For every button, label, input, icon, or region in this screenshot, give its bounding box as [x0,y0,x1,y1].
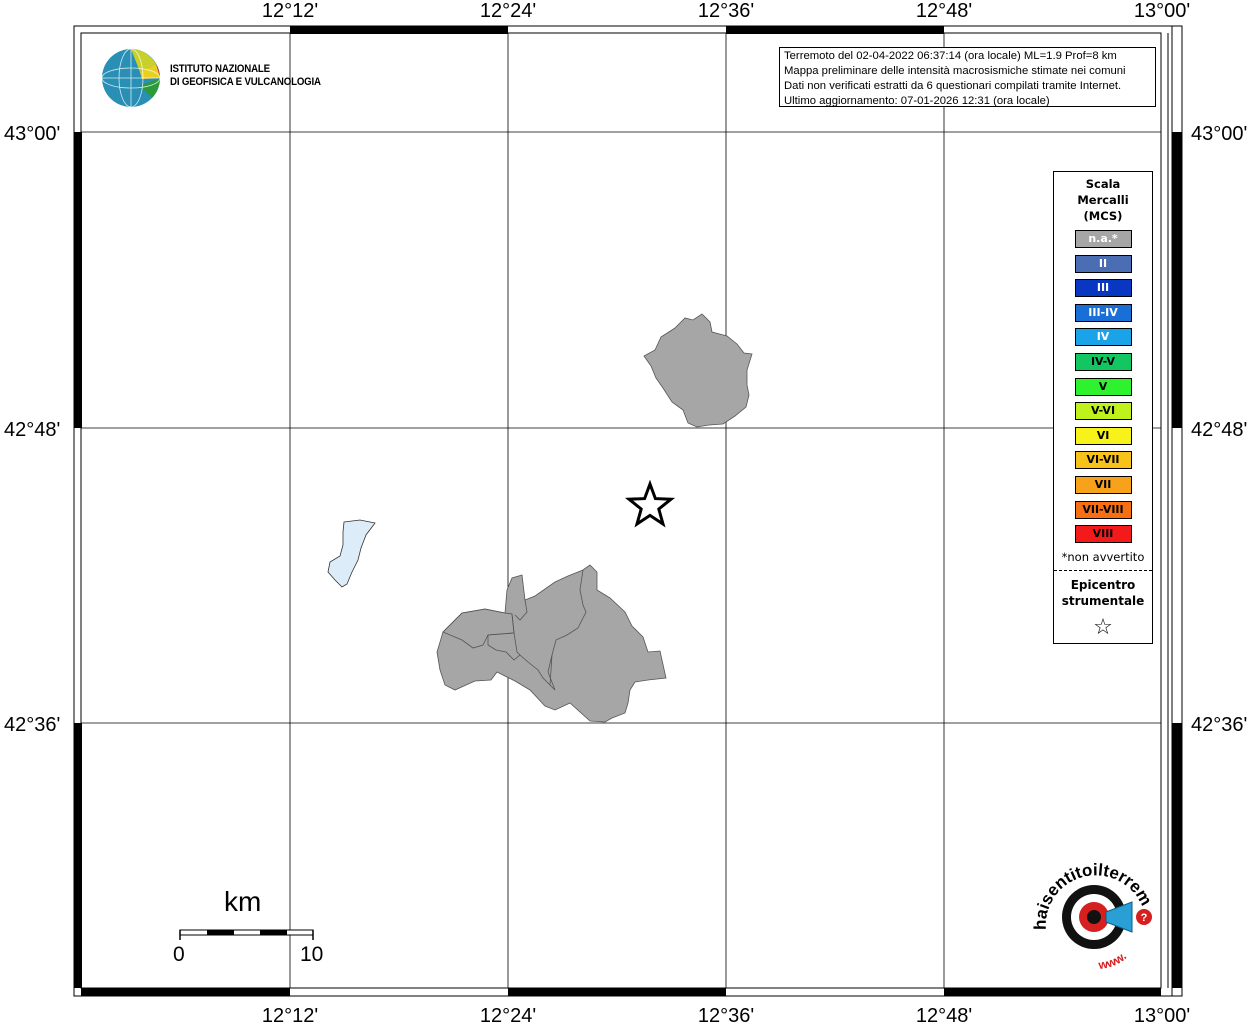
legend-item: IV-V [1074,352,1132,371]
lon-label-top-5: 13°00' [1134,0,1190,22]
legend-star-icon: ☆ [1093,614,1113,640]
ingv-name-line2: DI GEOFISICA E VULCANOLOGIA [170,76,321,88]
legend-item: III-IV [1074,303,1132,322]
legend-separator [1054,569,1152,571]
lon-label-top-2: 12°24' [480,0,536,22]
scale-title: km [224,886,262,917]
legend-item: VII-VIII [1074,500,1132,519]
lon-label-bottom-4: 12°48' [916,1005,972,1024]
legend-title: Scala Mercalli (MCS) [1054,176,1152,224]
lat-label-left-3: 42°36' [4,714,60,736]
event-info-box: Terremoto del 02-04-2022 06:37:14 (ora l… [779,47,1156,107]
legend-item: III [1074,279,1132,298]
ingv-name: ISTITUTO NAZIONALE DI GEOFISICA E VULCAN… [170,63,321,89]
ingv-name-line1: ISTITUTO NAZIONALE [170,63,270,75]
lon-label-bottom-3: 12°36' [698,1005,754,1024]
legend-epicenter-label: Epicentro strumentale [1054,577,1152,609]
legend-item: V [1074,377,1132,396]
map-area [80,32,1162,989]
event-info-line1: Terremoto del 02-04-2022 06:37:14 (ora l… [784,50,1117,62]
legend-item: VI-VII [1074,451,1132,470]
lon-label-bottom-1: 12°12' [262,1005,318,1024]
lat-label-right-3: 42°36' [1191,714,1247,736]
legend-item: VII [1074,475,1132,494]
legend-item: V-VI [1074,402,1132,421]
haisentitoilterremoto-logo: haisentitoilterremoto.it www. ? [1028,862,1156,972]
legend-items: n.a.* II III III-IV IV IV-V V V-VI VI VI-VII VII VI… [1054,230,1152,544]
event-info-line3: Dati non verificati estratti da 6 questi… [784,80,1122,92]
legend-item: VI [1074,426,1132,445]
svg-text:www.: www. [1097,949,1130,972]
hsi-logo-prefix: www. [1097,949,1130,972]
lat-label-left-2: 42°48' [4,419,60,441]
lon-label-bottom-2: 12°24' [480,1005,536,1024]
scale-label-right: 10 [300,943,324,966]
lat-label-right-2: 42°48' [1191,419,1247,441]
legend-epicenter-line1: Epicentro [1070,577,1136,592]
event-info-line2: Mappa preliminare delle intensità macros… [784,65,1126,77]
lat-label-left-1: 43°00' [4,123,60,145]
svg-text:?: ? [1141,912,1148,924]
legend-epicenter-line2: strumentale [1061,593,1145,608]
legend-title-line2: Mercalli [1077,193,1129,207]
lon-label-top-3: 12°36' [698,0,754,22]
lon-label-bottom-5: 13°00' [1134,1005,1190,1024]
legend-item: II [1074,254,1132,273]
mcs-legend: Scala Mercalli (MCS) n.a.* II III III-IV IV I… [1053,171,1153,644]
scale-label-left: 0 [173,943,185,966]
legend-note: *non avvertito [1061,549,1145,564]
legend-item: VIII [1074,525,1132,544]
lon-label-top-1: 12°12' [262,0,318,22]
legend-title-line1: Scala [1085,177,1121,191]
lon-label-top-4: 12°48' [916,0,972,22]
event-info-line4: Ultimo aggiornamento: 07-01-2026 12:31 (… [784,95,1050,107]
legend-title-line3: (MCS) [1083,209,1123,223]
legend-item: IV [1074,328,1132,347]
legend-item: n.a.* [1074,230,1132,248]
lat-label-right-1: 43°00' [1191,123,1247,145]
